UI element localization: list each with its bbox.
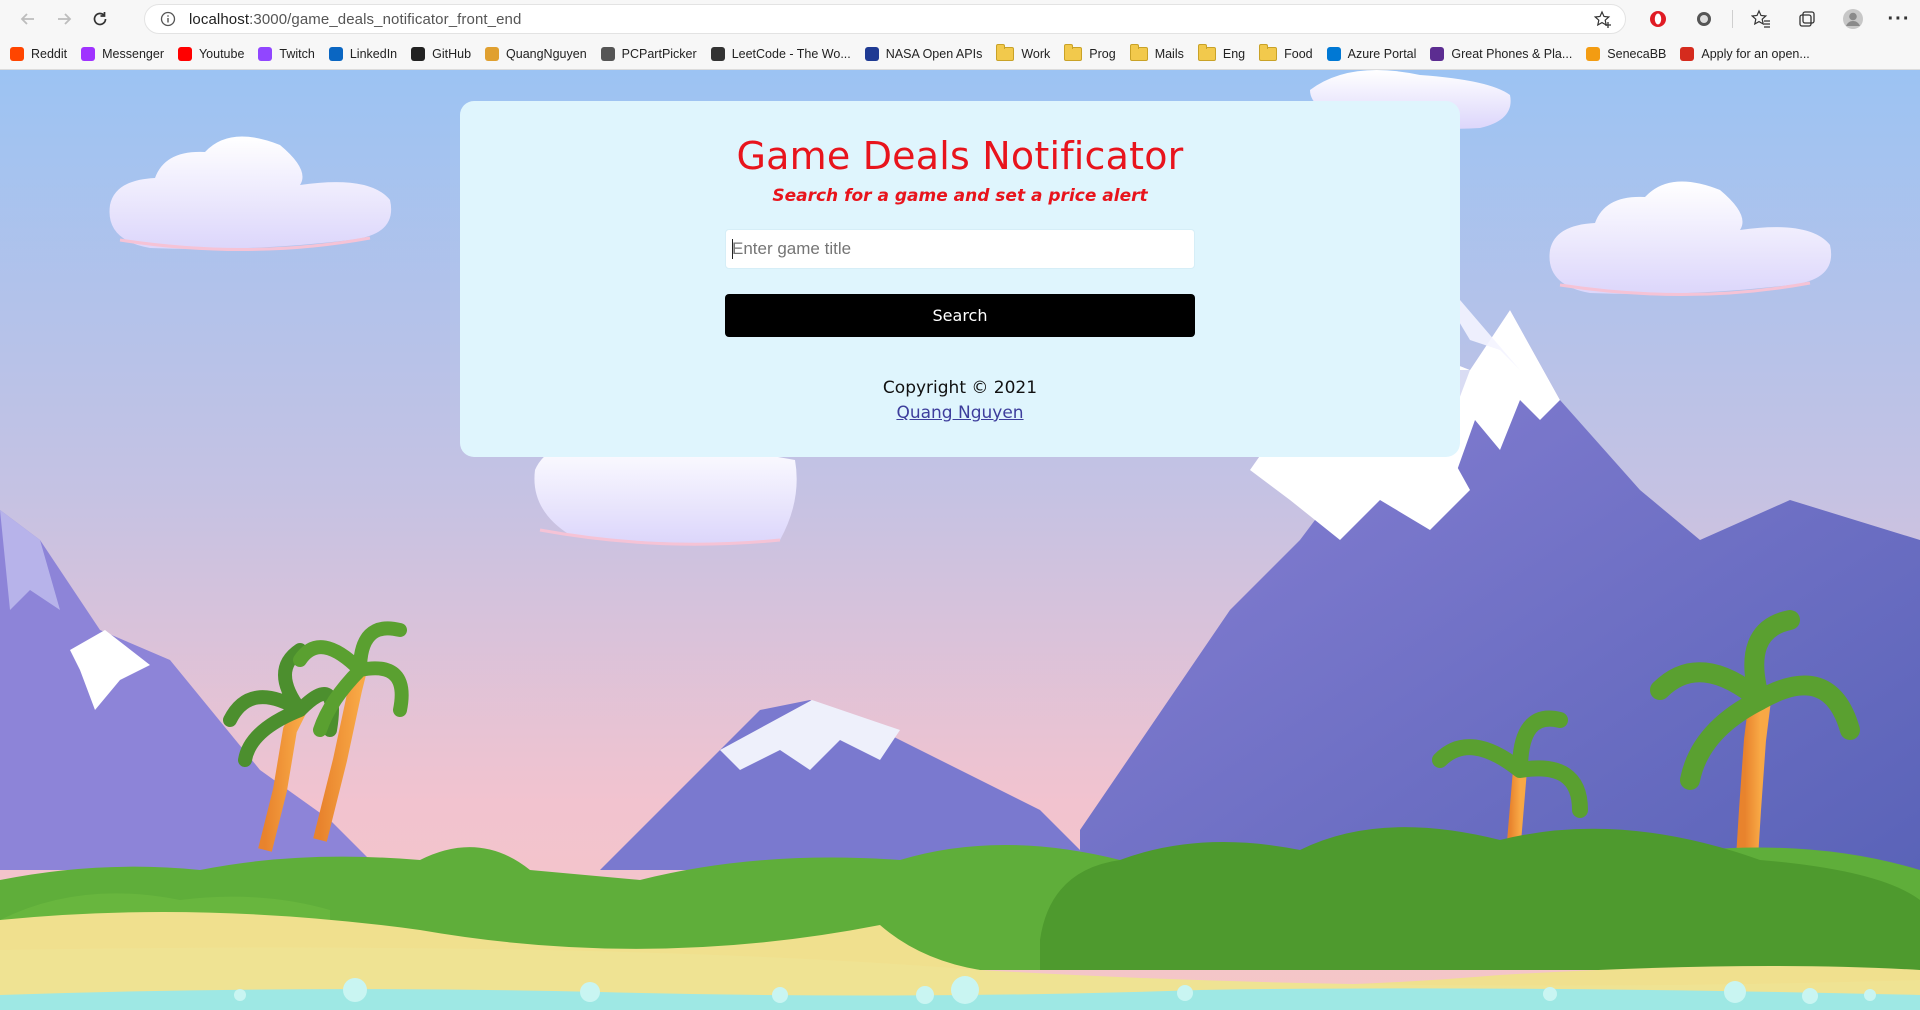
page-title: Game Deals Notificator bbox=[736, 134, 1184, 178]
game-title-input[interactable] bbox=[725, 229, 1195, 269]
search-button[interactable]: Search bbox=[725, 294, 1195, 337]
bookmark-label: Work bbox=[1021, 46, 1051, 61]
pcpartpicker-icon bbox=[600, 46, 615, 61]
bookmark-label: Apply for an open... bbox=[1701, 46, 1810, 61]
url-host: localhost bbox=[189, 10, 250, 28]
back-button[interactable] bbox=[10, 1, 46, 37]
bookmark-item[interactable]: LeetCode - The Wo... bbox=[710, 46, 851, 61]
folder-icon bbox=[1129, 43, 1148, 61]
bookmark-label: LeetCode - The Wo... bbox=[731, 46, 851, 61]
bookmark-label: Great Phones & Pla... bbox=[1451, 46, 1573, 61]
folder-icon bbox=[1259, 43, 1278, 61]
bookmark-item[interactable]: LinkedIn bbox=[328, 46, 398, 61]
reload-icon bbox=[93, 12, 107, 26]
bookmark-item[interactable]: Food bbox=[1259, 43, 1313, 61]
bookmark-item[interactable]: QuangNguyen bbox=[485, 46, 587, 61]
extension-icon[interactable] bbox=[1686, 1, 1722, 37]
copyright-text: Copyright © 2021 bbox=[882, 378, 1038, 398]
bookmark-label: Azure Portal bbox=[1347, 46, 1417, 61]
bookmark-item[interactable]: Work bbox=[996, 43, 1051, 61]
bookmark-item[interactable]: GitHub bbox=[411, 46, 472, 61]
maple-leaf-icon bbox=[1680, 46, 1695, 61]
nasa-icon bbox=[864, 46, 879, 61]
back-arrow-icon bbox=[20, 13, 34, 25]
collections-icon[interactable] bbox=[1789, 1, 1825, 37]
browser-toolbar: localhost:3000/game_deals_notificator_fr… bbox=[0, 0, 1920, 38]
forward-arrow-icon bbox=[58, 13, 72, 25]
opera-extension-icon[interactable] bbox=[1640, 1, 1676, 37]
bookmark-item[interactable]: Great Phones & Pla... bbox=[1430, 46, 1573, 61]
bookmark-item[interactable]: Messenger bbox=[81, 46, 164, 61]
leetcode-icon bbox=[710, 46, 725, 61]
folder-icon bbox=[1197, 43, 1216, 61]
bookmark-label: Mails bbox=[1154, 46, 1184, 61]
search-card: Game Deals Notificator Search for a game… bbox=[460, 101, 1460, 457]
bookmark-item[interactable]: Prog bbox=[1064, 43, 1116, 61]
github-icon bbox=[411, 46, 426, 61]
reload-button[interactable] bbox=[82, 1, 118, 37]
bookmark-item[interactable]: Apply for an open... bbox=[1680, 46, 1810, 61]
more-options-icon[interactable]: ··· bbox=[1881, 1, 1917, 37]
folder-icon bbox=[996, 43, 1015, 61]
bulb-icon bbox=[485, 46, 500, 61]
phones-icon bbox=[1430, 46, 1445, 61]
bookmark-label: Twitch bbox=[279, 46, 315, 61]
bookmark-label: SenecaBB bbox=[1607, 46, 1667, 61]
bookmark-label: NASA Open APIs bbox=[885, 46, 983, 61]
favorites-icon[interactable] bbox=[1743, 1, 1779, 37]
bookmark-label: PCPartPicker bbox=[621, 46, 697, 61]
bookmark-label: Eng bbox=[1222, 46, 1246, 61]
bookmark-item[interactable]: PCPartPicker bbox=[600, 46, 697, 61]
bookmark-item[interactable]: NASA Open APIs bbox=[864, 46, 983, 61]
bookmark-item[interactable]: Reddit bbox=[10, 46, 68, 61]
folder-icon bbox=[1064, 43, 1083, 61]
url-path: :3000/game_deals_notificator_front_end bbox=[249, 10, 522, 28]
bookmarks-bar: Reddit Messenger Youtube Twitch LinkedIn GitH… bbox=[0, 38, 1920, 70]
profile-avatar-icon[interactable] bbox=[1835, 1, 1871, 37]
bookmark-label: Reddit bbox=[31, 46, 68, 61]
toolbar-actions: ··· bbox=[1640, 0, 1917, 38]
forward-button[interactable] bbox=[46, 1, 82, 37]
bookmark-item[interactable]: Mails bbox=[1129, 43, 1184, 61]
author-link[interactable]: Quang Nguyen bbox=[460, 403, 1460, 423]
bookmark-item[interactable]: Youtube bbox=[177, 46, 245, 61]
messenger-icon bbox=[81, 46, 96, 61]
bookmark-item[interactable]: Twitch bbox=[258, 46, 315, 61]
bookmark-label: Prog bbox=[1089, 46, 1116, 61]
seneca-icon bbox=[1586, 46, 1601, 61]
address-bar[interactable]: localhost:3000/game_deals_notificator_fr… bbox=[144, 4, 1626, 34]
add-favorite-icon[interactable] bbox=[1593, 10, 1613, 30]
bookmark-label: Messenger bbox=[102, 46, 164, 61]
linkedin-icon bbox=[328, 46, 343, 61]
azure-icon bbox=[1326, 46, 1341, 61]
bookmark-item[interactable]: Eng bbox=[1197, 43, 1246, 61]
page-viewport: Game Deals Notificator Search for a game… bbox=[0, 70, 1920, 1010]
twitch-icon bbox=[258, 46, 273, 61]
text-caret bbox=[732, 239, 733, 259]
url-text: localhost:3000/game_deals_notificator_fr… bbox=[189, 11, 521, 28]
page-subtitle: Search for a game and set a price alert bbox=[772, 186, 1148, 206]
bookmark-label: LinkedIn bbox=[349, 46, 398, 61]
toolbar-separator bbox=[1732, 10, 1733, 28]
bookmark-label: Food bbox=[1284, 46, 1313, 61]
youtube-icon bbox=[177, 46, 192, 61]
bookmark-item[interactable]: Azure Portal bbox=[1326, 46, 1417, 61]
bookmark-label: GitHub bbox=[432, 46, 472, 61]
bookmark-item[interactable]: SenecaBB bbox=[1586, 46, 1667, 61]
reddit-icon bbox=[10, 46, 24, 61]
bookmark-label: Youtube bbox=[198, 46, 245, 61]
bookmark-label: QuangNguyen bbox=[506, 46, 587, 61]
info-icon[interactable] bbox=[159, 10, 177, 28]
